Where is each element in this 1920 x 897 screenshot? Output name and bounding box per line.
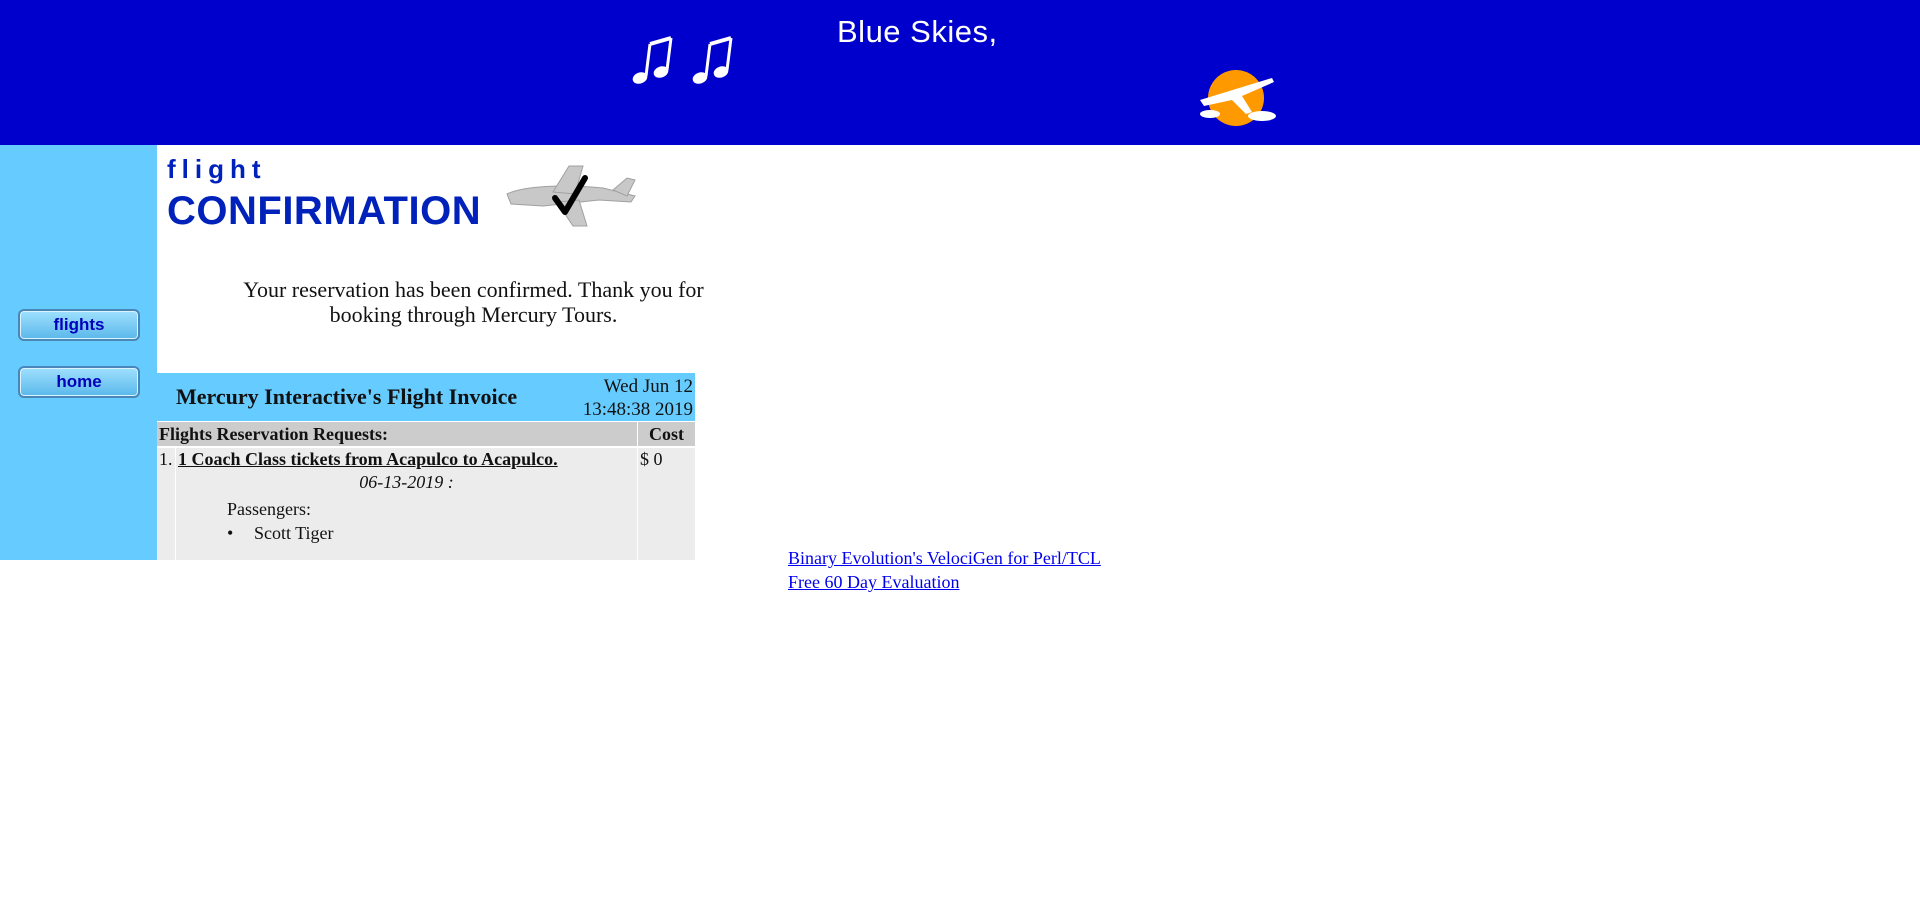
invoice-title: Mercury Interactive's Flight Invoice (176, 384, 518, 409)
flight-invoice: Mercury Interactive's Flight Invoice Wed… (157, 373, 695, 560)
column-header-cost: Cost (638, 422, 695, 446)
passengers-label: Passengers: (227, 499, 311, 519)
column-header-requests: Flights Reservation Requests: (157, 422, 637, 446)
reservation-link[interactable]: 1 Coach Class tickets from Acapulco to A… (178, 449, 558, 470)
row-cost: $ 0 (640, 449, 663, 469)
free-evaluation-link[interactable]: Free 60 Day Evaluation (788, 572, 959, 593)
page-title: CONFIRMATION (167, 189, 482, 233)
reservation-date: 06-13-2019 : (359, 472, 454, 492)
sidebar-item-flights[interactable]: flights (18, 309, 140, 341)
banner-title: Blue Skies, (837, 14, 998, 49)
invoice-header: Mercury Interactive's Flight Invoice Wed… (157, 373, 695, 421)
music-notes-icon (632, 36, 733, 84)
sidebar-item-home[interactable]: home (18, 366, 140, 398)
passenger-item: • Scott Tiger (227, 523, 334, 544)
passenger-name: Scott Tiger (254, 523, 334, 543)
page-heading-line1: flight (167, 154, 267, 184)
airplane-checkmark-icon (506, 165, 636, 227)
header-banner: Blue Skies, (0, 0, 1920, 145)
velocigen-link[interactable]: Binary Evolution's VelociGen for Perl/TC… (788, 548, 1101, 569)
bullet-icon: • (227, 523, 234, 543)
row-number: 1. (159, 449, 173, 469)
sidebar (0, 145, 157, 560)
sun-airplane-icon (1200, 70, 1276, 126)
invoice-date: Wed Jun 12 13:48:38 2019 (582, 376, 693, 420)
confirmation-message: Your reservation has been confirmed. Tha… (243, 277, 704, 327)
